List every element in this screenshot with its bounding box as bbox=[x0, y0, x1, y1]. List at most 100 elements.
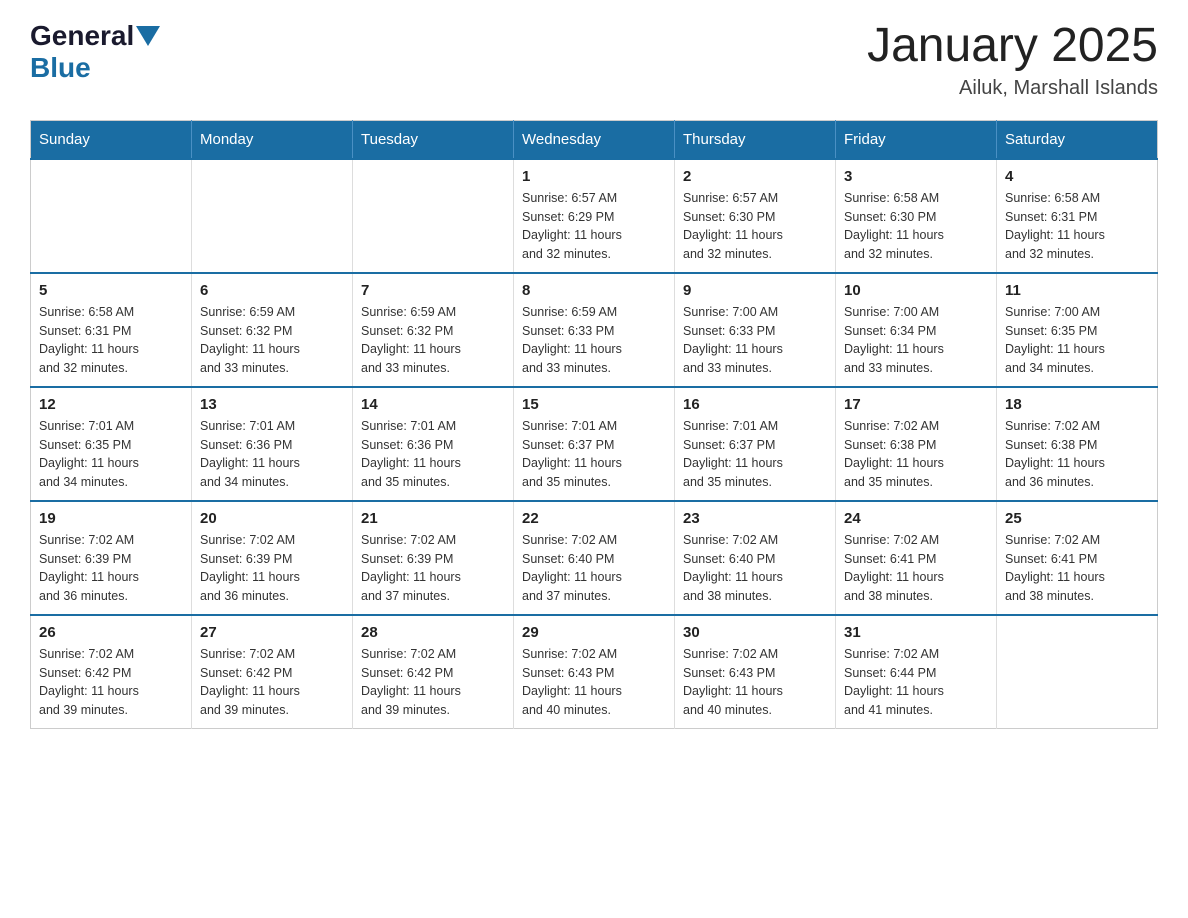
calendar-cell: 2 Sunrise: 6:57 AMSunset: 6:30 PMDaylight… bbox=[675, 159, 836, 273]
day-info: Sunrise: 7:01 AMSunset: 6:35 PMDaylight:… bbox=[39, 417, 183, 492]
day-info: Sunrise: 7:02 AMSunset: 6:42 PMDaylight:… bbox=[39, 645, 183, 720]
calendar-cell: 15 Sunrise: 7:01 AMSunset: 6:37 PMDayligh… bbox=[514, 387, 675, 501]
day-info: Sunrise: 7:02 AMSunset: 6:42 PMDaylight:… bbox=[200, 645, 344, 720]
calendar-cell bbox=[353, 159, 514, 273]
days-of-week-row: SundayMondayTuesdayWednesdayThursdayFrid… bbox=[31, 120, 1158, 159]
day-number: 18 bbox=[1005, 396, 1149, 413]
day-info: Sunrise: 6:57 AMSunset: 6:29 PMDaylight:… bbox=[522, 189, 666, 264]
day-info: Sunrise: 7:02 AMSunset: 6:39 PMDaylight:… bbox=[39, 531, 183, 606]
calendar-cell: 12 Sunrise: 7:01 AMSunset: 6:35 PMDayligh… bbox=[31, 387, 192, 501]
day-info: Sunrise: 7:02 AMSunset: 6:42 PMDaylight:… bbox=[361, 645, 505, 720]
calendar-subtitle: Ailuk, Marshall Islands bbox=[867, 77, 1158, 100]
day-info: Sunrise: 6:58 AMSunset: 6:30 PMDaylight:… bbox=[844, 189, 988, 264]
calendar-cell bbox=[31, 159, 192, 273]
day-number: 23 bbox=[683, 510, 827, 527]
day-info: Sunrise: 7:02 AMSunset: 6:43 PMDaylight:… bbox=[522, 645, 666, 720]
day-number: 8 bbox=[522, 282, 666, 299]
calendar-cell: 24Sunrise: 7:02 AMSunset: 6:41 PMDayligh… bbox=[836, 501, 997, 615]
day-number: 27 bbox=[200, 624, 344, 641]
calendar-cell: 29Sunrise: 7:02 AMSunset: 6:43 PMDayligh… bbox=[514, 615, 675, 729]
calendar-cell: 10 Sunrise: 7:00 AMSunset: 6:34 PMDayligh… bbox=[836, 273, 997, 387]
calendar-cell: 5Sunrise: 6:58 AMSunset: 6:31 PMDaylight… bbox=[31, 273, 192, 387]
day-info: Sunrise: 6:57 AMSunset: 6:30 PMDaylight:… bbox=[683, 189, 827, 264]
calendar-cell: 31 Sunrise: 7:02 AMSunset: 6:44 PMDayligh… bbox=[836, 615, 997, 729]
day-number: 5 bbox=[39, 282, 183, 299]
day-info: Sunrise: 6:59 AMSunset: 6:32 PMDaylight:… bbox=[361, 303, 505, 378]
calendar-cell: 18 Sunrise: 7:02 AMSunset: 6:38 PMDayligh… bbox=[997, 387, 1158, 501]
calendar-cell: 22Sunrise: 7:02 AMSunset: 6:40 PMDayligh… bbox=[514, 501, 675, 615]
calendar-header: SundayMondayTuesdayWednesdayThursdayFrid… bbox=[31, 120, 1158, 159]
day-of-week-header: Wednesday bbox=[514, 120, 675, 159]
day-number: 12 bbox=[39, 396, 183, 413]
day-info: Sunrise: 7:02 AMSunset: 6:38 PMDaylight:… bbox=[1005, 417, 1149, 492]
day-number: 1 bbox=[522, 168, 666, 185]
calendar-cell: 25 Sunrise: 7:02 AMSunset: 6:41 PMDayligh… bbox=[997, 501, 1158, 615]
day-info: Sunrise: 7:01 AMSunset: 6:37 PMDaylight:… bbox=[522, 417, 666, 492]
calendar-cell: 3Sunrise: 6:58 AMSunset: 6:30 PMDaylight… bbox=[836, 159, 997, 273]
calendar-cell: 23Sunrise: 7:02 AMSunset: 6:40 PMDayligh… bbox=[675, 501, 836, 615]
calendar-cell: 17 Sunrise: 7:02 AMSunset: 6:38 PMDayligh… bbox=[836, 387, 997, 501]
day-of-week-header: Sunday bbox=[31, 120, 192, 159]
day-of-week-header: Friday bbox=[836, 120, 997, 159]
day-info: Sunrise: 7:02 AMSunset: 6:39 PMDaylight:… bbox=[361, 531, 505, 606]
calendar-cell: 14 Sunrise: 7:01 AMSunset: 6:36 PMDayligh… bbox=[353, 387, 514, 501]
day-info: Sunrise: 7:02 AMSunset: 6:41 PMDaylight:… bbox=[1005, 531, 1149, 606]
day-number: 21 bbox=[361, 510, 505, 527]
day-info: Sunrise: 7:01 AMSunset: 6:36 PMDaylight:… bbox=[361, 417, 505, 492]
day-number: 11 bbox=[1005, 282, 1149, 299]
day-info: Sunrise: 7:00 AMSunset: 6:33 PMDaylight:… bbox=[683, 303, 827, 378]
calendar-cell: 26Sunrise: 7:02 AMSunset: 6:42 PMDayligh… bbox=[31, 615, 192, 729]
calendar-cell: 28Sunrise: 7:02 AMSunset: 6:42 PMDayligh… bbox=[353, 615, 514, 729]
calendar-table: SundayMondayTuesdayWednesdayThursdayFrid… bbox=[30, 120, 1158, 729]
calendar-week-row: 26Sunrise: 7:02 AMSunset: 6:42 PMDayligh… bbox=[31, 615, 1158, 729]
calendar-cell: 19Sunrise: 7:02 AMSunset: 6:39 PMDayligh… bbox=[31, 501, 192, 615]
calendar-cell: 8Sunrise: 6:59 AMSunset: 6:33 PMDaylight… bbox=[514, 273, 675, 387]
day-of-week-header: Saturday bbox=[997, 120, 1158, 159]
calendar-cell: 16Sunrise: 7:01 AMSunset: 6:37 PMDayligh… bbox=[675, 387, 836, 501]
day-info: Sunrise: 7:02 AMSunset: 6:39 PMDaylight:… bbox=[200, 531, 344, 606]
calendar-cell: 6 Sunrise: 6:59 AMSunset: 6:32 PMDaylight… bbox=[192, 273, 353, 387]
day-number: 13 bbox=[200, 396, 344, 413]
day-number: 31 bbox=[844, 624, 988, 641]
calendar-cell: 11Sunrise: 7:00 AMSunset: 6:35 PMDayligh… bbox=[997, 273, 1158, 387]
day-info: Sunrise: 6:59 AMSunset: 6:32 PMDaylight:… bbox=[200, 303, 344, 378]
calendar-cell: 1 Sunrise: 6:57 AMSunset: 6:29 PMDaylight… bbox=[514, 159, 675, 273]
day-number: 20 bbox=[200, 510, 344, 527]
day-info: Sunrise: 7:02 AMSunset: 6:44 PMDaylight:… bbox=[844, 645, 988, 720]
day-info: Sunrise: 7:02 AMSunset: 6:38 PMDaylight:… bbox=[844, 417, 988, 492]
calendar-cell bbox=[997, 615, 1158, 729]
calendar-week-row: 19Sunrise: 7:02 AMSunset: 6:39 PMDayligh… bbox=[31, 501, 1158, 615]
day-number: 2 bbox=[683, 168, 827, 185]
day-number: 10 bbox=[844, 282, 988, 299]
day-number: 16 bbox=[683, 396, 827, 413]
calendar-week-row: 5Sunrise: 6:58 AMSunset: 6:31 PMDaylight… bbox=[31, 273, 1158, 387]
day-number: 9 bbox=[683, 282, 827, 299]
logo-general-text: General bbox=[30, 20, 134, 52]
day-number: 4 bbox=[1005, 168, 1149, 185]
calendar-title: January 2025 bbox=[867, 20, 1158, 73]
day-number: 15 bbox=[522, 396, 666, 413]
day-info: Sunrise: 7:02 AMSunset: 6:43 PMDaylight:… bbox=[683, 645, 827, 720]
header: General Blue January 2025 Ailuk, Marshal… bbox=[30, 20, 1158, 100]
calendar-cell: 9 Sunrise: 7:00 AMSunset: 6:33 PMDaylight… bbox=[675, 273, 836, 387]
day-info: Sunrise: 7:02 AMSunset: 6:41 PMDaylight:… bbox=[844, 531, 988, 606]
day-number: 30 bbox=[683, 624, 827, 641]
calendar-cell: 20 Sunrise: 7:02 AMSunset: 6:39 PMDayligh… bbox=[192, 501, 353, 615]
day-info: Sunrise: 7:01 AMSunset: 6:36 PMDaylight:… bbox=[200, 417, 344, 492]
day-info: Sunrise: 7:00 AMSunset: 6:34 PMDaylight:… bbox=[844, 303, 988, 378]
logo-triangle-icon bbox=[136, 26, 160, 46]
calendar-body: 1 Sunrise: 6:57 AMSunset: 6:29 PMDaylight… bbox=[31, 159, 1158, 729]
title-section: January 2025 Ailuk, Marshall Islands bbox=[867, 20, 1158, 100]
calendar-cell: 4 Sunrise: 6:58 AMSunset: 6:31 PMDaylight… bbox=[997, 159, 1158, 273]
day-info: Sunrise: 6:58 AMSunset: 6:31 PMDaylight:… bbox=[1005, 189, 1149, 264]
logo: General Blue bbox=[30, 20, 162, 84]
day-number: 7 bbox=[361, 282, 505, 299]
day-number: 25 bbox=[1005, 510, 1149, 527]
calendar-cell: 27 Sunrise: 7:02 AMSunset: 6:42 PMDayligh… bbox=[192, 615, 353, 729]
day-number: 14 bbox=[361, 396, 505, 413]
day-number: 17 bbox=[844, 396, 988, 413]
calendar-week-row: 1 Sunrise: 6:57 AMSunset: 6:29 PMDaylight… bbox=[31, 159, 1158, 273]
calendar-cell bbox=[192, 159, 353, 273]
day-number: 6 bbox=[200, 282, 344, 299]
day-of-week-header: Tuesday bbox=[353, 120, 514, 159]
